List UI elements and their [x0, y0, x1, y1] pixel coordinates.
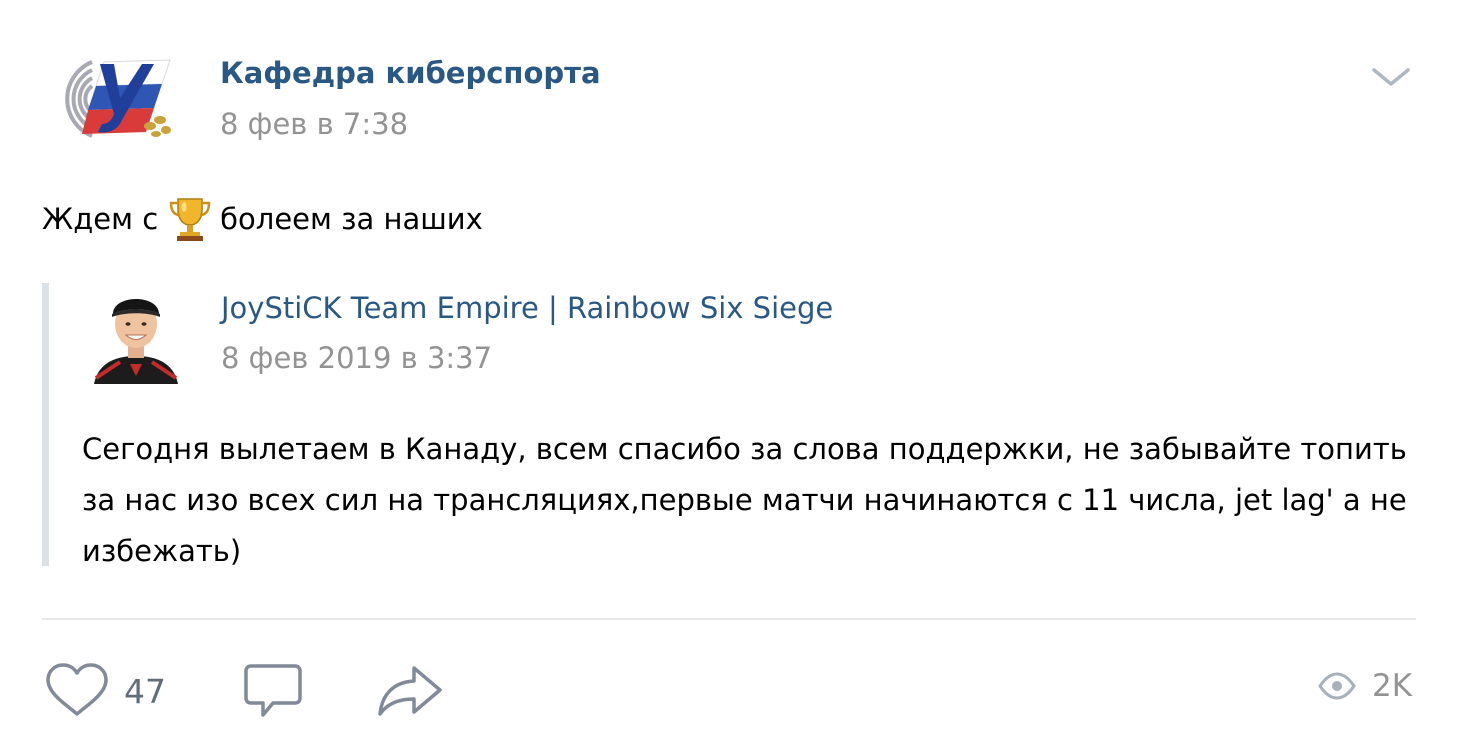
repost-quote-bar: [42, 283, 49, 566]
community-name-link[interactable]: Кафедра киберспорта: [220, 56, 601, 90]
chevron-down-icon[interactable]: [1370, 62, 1412, 92]
views-counter: 2K: [1318, 668, 1412, 704]
post-divider: [42, 618, 1416, 620]
post-date[interactable]: 8 фев в 7:38: [220, 107, 408, 141]
post-text: Ждем с болеем за наших: [42, 196, 483, 242]
like-button[interactable]: 47: [44, 662, 174, 722]
wall-post: Кафедра киберспорта 8 фев в 7:38 Ждем с …: [0, 0, 1460, 745]
eye-icon: [1318, 672, 1356, 700]
heart-icon: [46, 663, 108, 716]
views-count: 2K: [1372, 668, 1413, 704]
repost-author-avatar[interactable]: [90, 280, 182, 390]
comment-icon: [244, 664, 302, 717]
share-arrow-icon: [378, 666, 442, 716]
share-button[interactable]: [376, 662, 446, 722]
repost-date[interactable]: 8 фев 2019 в 3:37: [221, 341, 492, 375]
repost-author-link[interactable]: JoyStiCK Team Empire | Rainbow Six Siege: [221, 291, 833, 325]
repost-text: Сегодня вылетаем в Канаду, всем спасибо …: [82, 432, 1407, 568]
like-count: 47: [124, 672, 166, 711]
post-text-before: Ждем с: [42, 202, 159, 236]
comment-button[interactable]: [243, 662, 303, 722]
community-avatar[interactable]: [42, 54, 176, 144]
trophy-icon: [168, 196, 212, 242]
post-text-after: болеем за наших: [220, 202, 483, 236]
university-logo-icon: [65, 59, 171, 138]
